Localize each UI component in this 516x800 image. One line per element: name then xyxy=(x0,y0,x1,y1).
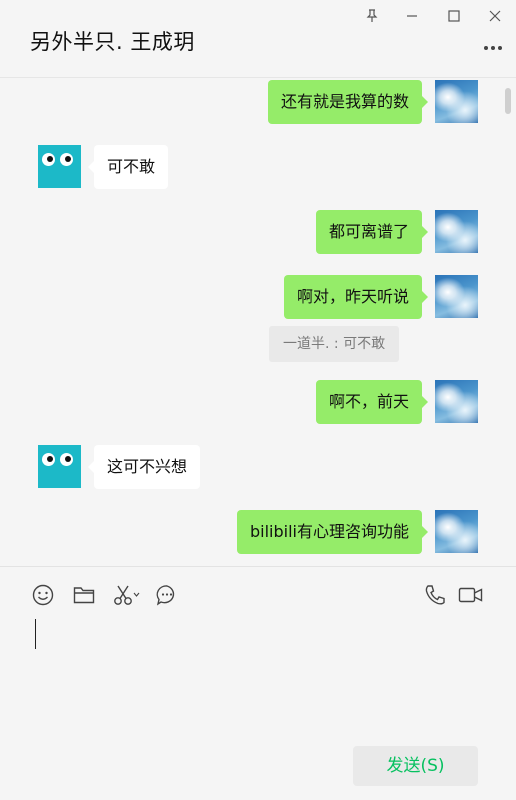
pin-icon[interactable] xyxy=(361,6,383,26)
message-bubble-sent[interactable]: 还有就是我算的数 xyxy=(267,80,429,124)
message-bubble-sent[interactable]: 啊对，昨天听说 xyxy=(283,275,429,319)
emoji-icon[interactable] xyxy=(31,583,55,607)
contact-avatar[interactable] xyxy=(38,145,81,188)
title-bar: 另外半只. 王成玥 xyxy=(0,0,516,78)
video-icon[interactable] xyxy=(458,583,484,607)
my-avatar[interactable] xyxy=(435,380,478,423)
folder-icon[interactable] xyxy=(72,583,96,607)
my-avatar[interactable] xyxy=(435,80,478,123)
quoted-message[interactable]: 一道半. : 可不敢 xyxy=(269,326,400,362)
maximize-icon[interactable] xyxy=(443,6,465,26)
text-cursor[interactable] xyxy=(35,619,36,649)
message-bubble-sent[interactable]: 啊不，前天 xyxy=(315,380,429,424)
close-icon[interactable] xyxy=(484,6,506,26)
my-avatar[interactable] xyxy=(435,210,478,253)
my-avatar[interactable] xyxy=(435,510,478,553)
send-button[interactable]: 发送(S) xyxy=(353,746,478,786)
chat-title: 另外半只. 王成玥 xyxy=(30,30,195,54)
composer: 发送(S) xyxy=(0,566,516,800)
scrollbar-thumb[interactable] xyxy=(505,88,511,114)
message-bubble-received[interactable]: 这可不兴想 xyxy=(87,445,201,489)
phone-icon[interactable] xyxy=(423,583,447,607)
message-bubble-sent[interactable]: 都可离谱了 xyxy=(315,210,429,254)
minimize-icon[interactable] xyxy=(401,6,423,26)
message-list[interactable]: 还有就是我算的数 可不敢 都可离谱了 啊对，昨天听说 一道半. : 可不敢 啊不… xyxy=(0,78,516,566)
message-bubble-received[interactable]: 可不敢 xyxy=(87,145,169,189)
contact-avatar[interactable] xyxy=(38,445,81,488)
chat-window: 另外半只. 王成玥 还有就是我算的数 可不敢 都可离谱了 啊对，昨天听说 一道半… xyxy=(0,0,516,800)
my-avatar[interactable] xyxy=(435,275,478,318)
message-bubble-sent[interactable]: bilibili有心理咨询功能 xyxy=(237,510,428,554)
chat-history-icon[interactable] xyxy=(155,583,179,607)
scissors-icon[interactable] xyxy=(113,583,141,607)
more-icon[interactable] xyxy=(482,38,504,58)
